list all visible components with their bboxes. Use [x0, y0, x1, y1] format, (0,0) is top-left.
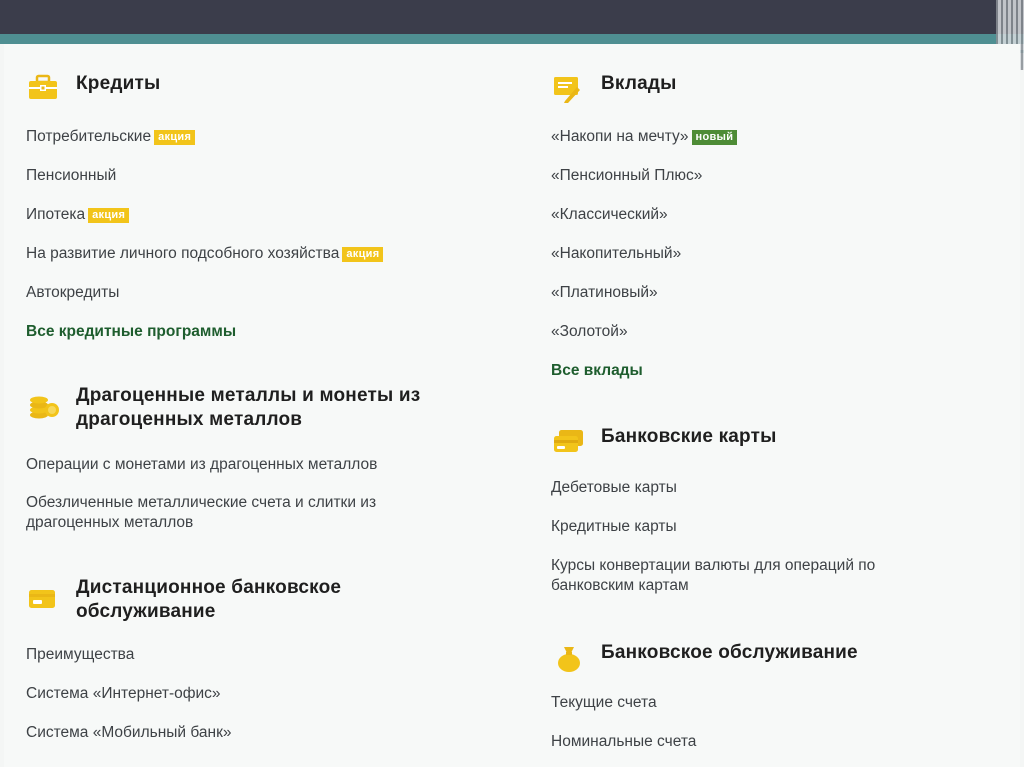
list-item[interactable]: Потребительские акция: [26, 127, 196, 147]
section-metals: Драгоценные металлы и монеты из драгоцен…: [26, 384, 546, 531]
link-label[interactable]: Пенсионный: [26, 167, 116, 184]
all-credits-link[interactable]: Все кредитные программы: [26, 322, 236, 342]
promo-badge: акция: [342, 247, 384, 262]
window-top-bar: [0, 0, 1024, 34]
document-pen-icon: [554, 77, 580, 103]
section-title: Кредиты: [76, 73, 161, 94]
new-badge: новый: [691, 130, 738, 145]
link-label[interactable]: «Накопи на мечту»: [551, 128, 689, 145]
list-item[interactable]: Система «Мобильный банк»: [26, 723, 231, 743]
list-item[interactable]: Автокредиты: [26, 283, 119, 303]
list-item[interactable]: Кредитные карты: [551, 517, 677, 537]
all-deposits-link[interactable]: Все вклады: [551, 361, 643, 381]
link-label[interactable]: «Пенсионный Плюс»: [551, 167, 702, 184]
content-panel-edge: [606, 62, 1020, 70]
list-item[interactable]: «Накопи на мечту» новый: [551, 127, 738, 147]
list-item[interactable]: На развитие личного подсобного хозяйства…: [26, 244, 384, 264]
list-item[interactable]: «Классический»: [551, 205, 668, 225]
list-item[interactable]: «Золотой»: [551, 322, 628, 342]
list-item[interactable]: банковским картам: [551, 576, 689, 596]
promo-badge: акция: [154, 130, 196, 145]
list-item[interactable]: Номинальные счета: [551, 732, 696, 752]
link-label[interactable]: Автокредиты: [26, 284, 119, 301]
money-bag-icon: [558, 647, 580, 672]
cards-icon: [554, 430, 583, 452]
list-item[interactable]: драгоценных металлов: [26, 513, 193, 533]
briefcase-icon: [29, 74, 57, 99]
section-title-line: драгоценных металлов: [76, 409, 303, 430]
section-bank-cards: Банковские карты Дебетовые карты Кредитн…: [551, 425, 1001, 594]
section-title: Банковское обслуживание: [601, 642, 858, 663]
section-title-line: обслуживание: [76, 601, 216, 622]
list-item[interactable]: Текущие счета: [551, 693, 657, 713]
list-item[interactable]: «Пенсионный Плюс»: [551, 166, 702, 186]
section-title-line: Драгоценные металлы и монеты из: [76, 385, 421, 406]
link-label[interactable]: Ипотека: [26, 206, 85, 223]
link-label[interactable]: «Классический»: [551, 206, 668, 223]
link-label[interactable]: На развитие личного подсобного хозяйства: [26, 245, 339, 262]
section-remote-banking: Дистанционное банковское обслуживание Пр…: [26, 576, 546, 741]
section-deposits: Вклады «Накопи на мечту» новый «Пенсионны…: [551, 72, 1001, 379]
list-item[interactable]: Преимущества: [26, 645, 134, 665]
link-label[interactable]: «Золотой»: [551, 323, 628, 340]
list-item[interactable]: «Накопительный»: [551, 244, 681, 264]
section-bank-service: Банковское обслуживание Текущие счета Но…: [551, 641, 1001, 750]
card-icon: [29, 590, 55, 608]
list-item[interactable]: Пенсионный: [26, 166, 116, 186]
decorative-stripe: [0, 34, 1024, 44]
link-label[interactable]: «Платиновый»: [551, 284, 658, 301]
list-item[interactable]: Система «Интернет-офис»: [26, 684, 221, 704]
section-title: Вклады: [601, 73, 677, 94]
list-item[interactable]: Обезличенные металлические счета и слитк…: [26, 493, 376, 513]
list-item[interactable]: Дебетовые карты: [551, 478, 677, 498]
link-label[interactable]: «Накопительный»: [551, 245, 681, 262]
section-credits: Кредиты Потребительские акция Пенсионный …: [26, 72, 546, 340]
promo-badge: акция: [88, 208, 130, 223]
section-title: Банковские карты: [601, 426, 777, 447]
section-title-line: Дистанционное банковское: [76, 577, 342, 598]
link-label[interactable]: Потребительские: [26, 128, 151, 145]
coins-icon: [30, 396, 59, 419]
list-item[interactable]: Курсы конвертации валюты для операций по: [551, 556, 875, 576]
list-item[interactable]: Операции с монетами из драгоценных метал…: [26, 455, 377, 475]
list-item[interactable]: «Платиновый»: [551, 283, 658, 303]
list-item[interactable]: Ипотека акция: [26, 205, 130, 225]
